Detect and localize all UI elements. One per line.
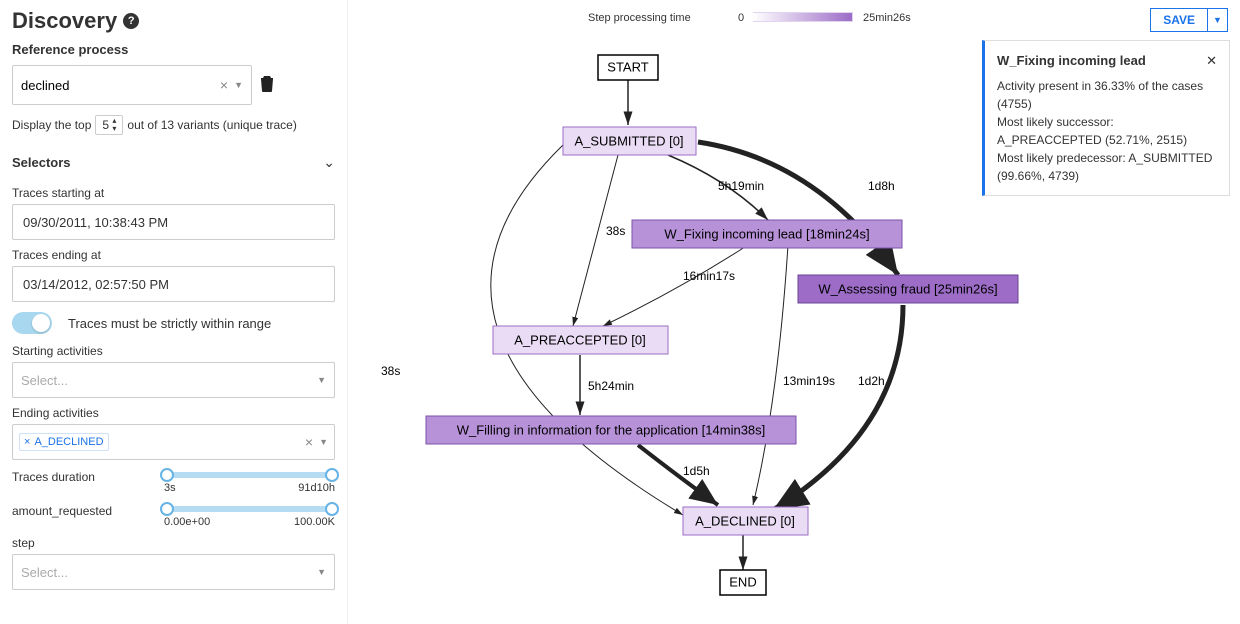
ending-activities-select[interactable]: ×A_DECLINED × ▼ <box>12 424 335 460</box>
clear-icon[interactable]: × <box>220 77 228 93</box>
node-w-fixing[interactable]: W_Fixing incoming lead [18min24s] <box>632 220 902 248</box>
start-label: Traces starting at <box>12 186 335 200</box>
edge-label: 5h24min <box>588 379 634 393</box>
amount-slider[interactable] <box>164 506 335 512</box>
node-start[interactable]: START <box>598 55 658 80</box>
duration-slider[interactable] <box>164 472 335 478</box>
end-label: Traces ending at <box>12 248 335 262</box>
svg-text:A_PREACCEPTED [0]: A_PREACCEPTED [0] <box>514 332 646 347</box>
edge-label: 5h19min <box>718 179 764 193</box>
save-dropdown-button[interactable]: ▼ <box>1208 8 1228 32</box>
svg-text:W_Assessing fraud [25min26s]: W_Assessing fraud [25min26s] <box>818 281 997 296</box>
legend-label: Step processing time <box>588 12 691 24</box>
page-title: Discovery <box>12 8 117 34</box>
clear-icon[interactable]: × <box>305 434 313 450</box>
svg-text:W_Filling in information for t: W_Filling in information for the applica… <box>457 422 766 437</box>
info-line: Most likely successor: <box>997 113 1217 131</box>
dropdown-icon: ▼ <box>319 437 328 447</box>
edge-label: 1d5h <box>683 464 710 478</box>
edge-label: 1d8h <box>868 179 895 193</box>
start-date-input[interactable]: 09/30/2011, 10:38:43 PM <box>12 204 335 240</box>
reference-process-input[interactable] <box>21 78 220 93</box>
svg-text:A_DECLINED [0]: A_DECLINED [0] <box>695 513 795 528</box>
node-info-panel: W_Fixing incoming lead ✕ Activity presen… <box>982 40 1230 196</box>
legend-min: 0 <box>738 12 744 24</box>
node-a-preaccepted[interactable]: A_PREACCEPTED [0] <box>493 326 668 354</box>
node-end[interactable]: END <box>720 570 766 595</box>
ending-activity-tag[interactable]: ×A_DECLINED <box>19 433 109 451</box>
starting-activities-label: Starting activities <box>12 344 335 358</box>
chevron-down-icon: ⌄ <box>323 154 335 171</box>
trash-icon[interactable] <box>260 76 274 95</box>
dropdown-icon[interactable]: ▼ <box>234 80 243 90</box>
remove-tag-icon: × <box>24 436 30 448</box>
strict-range-toggle[interactable] <box>12 312 52 334</box>
node-w-assessing[interactable]: W_Assessing fraud [25min26s] <box>798 275 1018 303</box>
edge-label: 16min17s <box>683 269 735 283</box>
legend-max: 25min26s <box>863 12 911 24</box>
svg-text:END: END <box>729 574 756 589</box>
reference-heading: Reference process <box>12 42 335 57</box>
edge-label: 13min19s <box>783 374 835 388</box>
svg-text:A_SUBMITTED [0]: A_SUBMITTED [0] <box>574 133 683 148</box>
reference-process-select[interactable]: × ▼ <box>12 65 252 105</box>
end-date-input[interactable]: 03/14/2012, 02:57:50 PM <box>12 266 335 302</box>
ending-activities-label: Ending activities <box>12 406 335 420</box>
toggle-label: Traces must be strictly within range <box>68 316 271 331</box>
edge-label: 38s <box>381 364 400 378</box>
close-icon[interactable]: ✕ <box>1206 51 1217 71</box>
starting-activities-select[interactable]: Select...▼ <box>12 362 335 398</box>
info-line: Most likely predecessor: A_SUBMITTED (99… <box>997 149 1217 185</box>
dropdown-icon: ▼ <box>317 375 326 385</box>
save-button[interactable]: SAVE <box>1150 8 1208 32</box>
info-line: A_PREACCEPTED (52.71%, 2515) <box>997 131 1217 149</box>
info-line: Activity present in 36.33% of the cases … <box>997 77 1217 113</box>
variant-count-input[interactable]: 5 ▴▾ <box>95 115 123 135</box>
node-a-declined[interactable]: A_DECLINED [0] <box>683 507 808 535</box>
edge-label: 38s <box>606 224 625 238</box>
selectors-accordion[interactable]: Selectors ⌄ <box>12 147 335 178</box>
info-panel-title: W_Fixing incoming lead <box>997 51 1146 71</box>
legend-gradient <box>753 12 853 22</box>
help-icon[interactable]: ? <box>123 13 139 29</box>
step-select[interactable]: Select...▼ <box>12 554 335 590</box>
dropdown-icon: ▼ <box>317 567 326 577</box>
edge-label: 1d2h <box>858 374 885 388</box>
svg-text:W_Fixing incoming lead [18min2: W_Fixing incoming lead [18min24s] <box>664 226 869 241</box>
duration-slider-label: Traces duration <box>12 468 154 484</box>
svg-text:START: START <box>607 59 648 74</box>
variant-prefix: Display the top <box>12 118 91 132</box>
node-w-filling[interactable]: W_Filling in information for the applica… <box>426 416 796 444</box>
step-label: step <box>12 536 335 550</box>
variant-suffix: out of 13 variants (unique trace) <box>127 118 296 132</box>
amount-slider-label: amount_requested <box>12 502 154 518</box>
node-a-submitted[interactable]: A_SUBMITTED [0] <box>563 127 696 155</box>
